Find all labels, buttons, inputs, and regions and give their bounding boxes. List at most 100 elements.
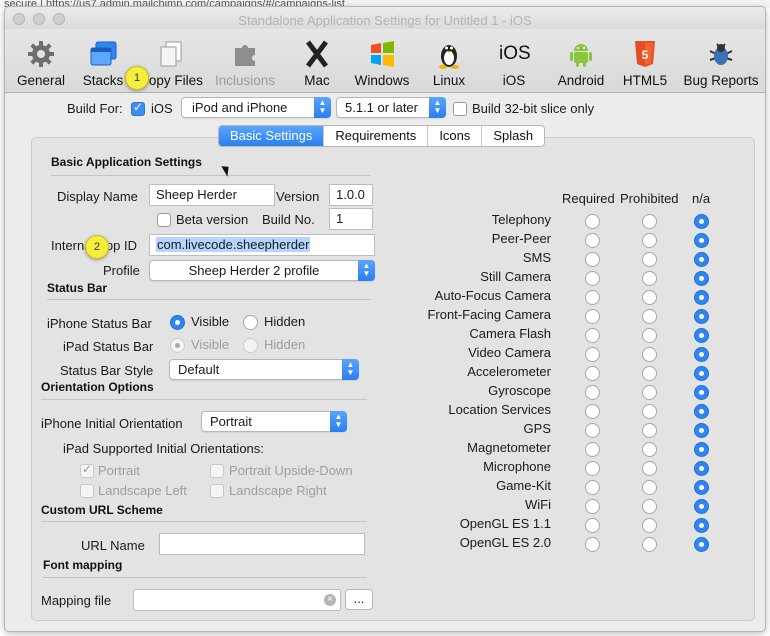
requirement-required-radio[interactable] — [585, 271, 600, 286]
clear-icon[interactable]: × — [324, 594, 336, 606]
requirement-required-radio[interactable] — [585, 214, 600, 229]
ipad-status-hidden-radio[interactable] — [243, 338, 258, 353]
tab-requirements[interactable]: Requirements — [324, 126, 429, 146]
iphone-status-visible-radio[interactable] — [170, 315, 185, 330]
requirement-prohibited-radio[interactable] — [642, 309, 657, 324]
requirement-required-radio[interactable] — [585, 480, 600, 495]
requirement-na-radio[interactable] — [694, 499, 709, 514]
requirement-prohibited-radio[interactable] — [642, 442, 657, 457]
version-input[interactable]: 1.0.0 — [329, 184, 373, 206]
requirement-required-radio[interactable] — [585, 385, 600, 400]
requirement-na-radio[interactable] — [694, 404, 709, 419]
requirement-label: Video Camera — [468, 345, 551, 360]
device-select[interactable]: iPod and iPhone ▲ ▼ — [181, 97, 331, 118]
requirement-required-radio[interactable] — [585, 328, 600, 343]
toolbar-ios[interactable]: iOS iOS — [497, 39, 531, 88]
requirement-na-radio[interactable] — [694, 537, 709, 552]
requirement-required-radio[interactable] — [585, 347, 600, 362]
mapping-file-input[interactable]: × — [133, 589, 341, 611]
ios-checkbox[interactable] — [131, 100, 145, 116]
requirement-required-radio[interactable] — [585, 423, 600, 438]
requirement-required-radio[interactable] — [585, 442, 600, 457]
portrait-upside-down-checkbox[interactable] — [210, 464, 224, 478]
toolbar-android-label: Android — [557, 73, 605, 88]
requirement-na-radio[interactable] — [694, 214, 709, 229]
browse-button[interactable]: ... — [345, 589, 373, 610]
requirement-prohibited-radio[interactable] — [642, 328, 657, 343]
requirement-required-radio[interactable] — [585, 252, 600, 267]
prohibited-header: Prohibited — [620, 191, 679, 206]
requirement-required-radio[interactable] — [585, 537, 600, 552]
html5-icon: 5 — [630, 39, 660, 69]
requirement-na-radio[interactable] — [694, 271, 709, 286]
app-id-input[interactable]: com.livecode.sheepherder — [149, 234, 375, 256]
status-bar-style-select[interactable]: Default ▲ ▼ — [169, 359, 359, 380]
requirement-prohibited-radio[interactable] — [642, 518, 657, 533]
requirement-na-radio[interactable] — [694, 385, 709, 400]
os-version-select[interactable]: 5.1.1 or later ▲ ▼ — [336, 97, 446, 118]
iphone-orientation-select[interactable]: Portrait ▲ ▼ — [201, 411, 347, 432]
toolbar-android[interactable]: Android — [555, 39, 607, 88]
display-name-input[interactable]: Sheep Herder — [149, 184, 275, 206]
divider — [43, 577, 367, 578]
requirement-prohibited-radio[interactable] — [642, 214, 657, 229]
requirement-required-radio[interactable] — [585, 290, 600, 305]
requirement-na-radio[interactable] — [694, 290, 709, 305]
tab-splash[interactable]: Splash — [482, 126, 544, 146]
requirement-na-radio[interactable] — [694, 518, 709, 533]
landscape-right-checkbox[interactable] — [210, 484, 224, 498]
tab-basic-settings[interactable]: Basic Settings — [219, 126, 325, 146]
requirement-prohibited-radio[interactable] — [642, 233, 657, 248]
requirement-prohibited-radio[interactable] — [642, 537, 657, 552]
requirement-prohibited-radio[interactable] — [642, 347, 657, 362]
requirement-required-radio[interactable] — [585, 404, 600, 419]
toolbar-general[interactable]: General — [17, 39, 65, 88]
requirement-na-radio[interactable] — [694, 442, 709, 457]
requirement-prohibited-radio[interactable] — [642, 252, 657, 267]
requirement-prohibited-radio[interactable] — [642, 404, 657, 419]
requirement-na-radio[interactable] — [694, 347, 709, 362]
portrait-checkbox[interactable] — [80, 462, 94, 478]
requirement-prohibited-radio[interactable] — [642, 271, 657, 286]
toolbar-bug-reports[interactable]: Bug Reports — [681, 39, 761, 88]
ipad-status-visible-radio[interactable] — [170, 338, 185, 353]
url-name-input[interactable] — [159, 533, 365, 555]
build-no-input[interactable]: 1 — [329, 208, 373, 230]
ipad-status-bar-label: iPad Status Bar — [63, 339, 154, 354]
requirement-na-radio[interactable] — [694, 328, 709, 343]
requirement-prohibited-radio[interactable] — [642, 480, 657, 495]
requirement-na-radio[interactable] — [694, 252, 709, 267]
slice-checkbox[interactable] — [453, 102, 467, 116]
requirement-prohibited-radio[interactable] — [642, 366, 657, 381]
requirement-required-radio[interactable] — [585, 518, 600, 533]
toolbar-html5[interactable]: 5 HTML5 — [621, 39, 669, 88]
requirement-prohibited-radio[interactable] — [642, 385, 657, 400]
profile-select[interactable]: Sheep Herder 2 profile ▲ ▼ — [149, 260, 375, 281]
requirement-required-radio[interactable] — [585, 461, 600, 476]
requirement-required-radio[interactable] — [585, 309, 600, 324]
requirement-required-radio[interactable] — [585, 499, 600, 514]
settings-tabs: Basic Settings Requirements Icons Splash — [218, 125, 546, 147]
requirement-required-radio[interactable] — [585, 366, 600, 381]
requirement-na-radio[interactable] — [694, 233, 709, 248]
toolbar-linux[interactable]: Linux — [429, 39, 469, 88]
toolbar-stacks[interactable]: Stacks — [79, 39, 127, 88]
beta-version-checkbox[interactable] — [157, 213, 171, 227]
requirement-prohibited-radio[interactable] — [642, 461, 657, 476]
toolbar-mac[interactable]: Mac — [297, 39, 337, 88]
tab-icons[interactable]: Icons — [428, 126, 483, 146]
requirement-prohibited-radio[interactable] — [642, 423, 657, 438]
requirement-na-radio[interactable] — [694, 366, 709, 381]
requirement-na-radio[interactable] — [694, 423, 709, 438]
landscape-left-checkbox[interactable] — [80, 484, 94, 498]
toolbar-windows[interactable]: Windows — [351, 39, 413, 88]
requirement-na-radio[interactable] — [694, 480, 709, 495]
iphone-status-hidden-radio[interactable] — [243, 315, 258, 330]
requirement-prohibited-radio[interactable] — [642, 499, 657, 514]
requirement-required-radio[interactable] — [585, 233, 600, 248]
requirement-na-radio[interactable] — [694, 309, 709, 324]
requirement-prohibited-radio[interactable] — [642, 290, 657, 305]
toolbar-inclusions[interactable]: Inclusions — [213, 39, 277, 88]
requirement-na-radio[interactable] — [694, 461, 709, 476]
requirement-label: Telephony — [491, 212, 551, 227]
